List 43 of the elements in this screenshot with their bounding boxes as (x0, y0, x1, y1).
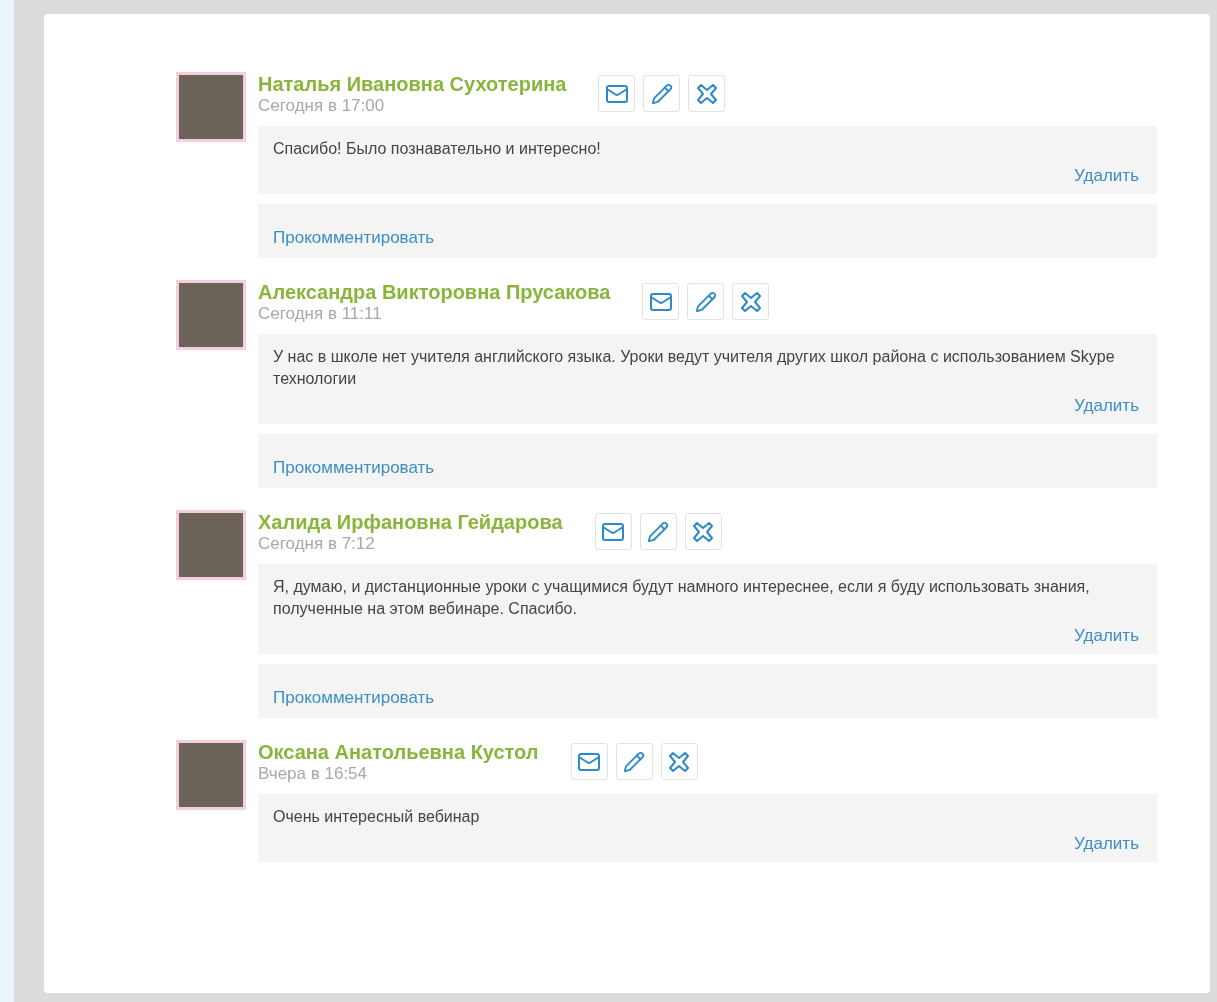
edit-button[interactable] (643, 75, 681, 112)
cross-icon (738, 289, 763, 314)
cross-icon (694, 81, 719, 106)
message-button[interactable] (570, 743, 608, 780)
comment-link[interactable]: Прокомментировать (273, 688, 435, 708)
pencil-icon (694, 290, 717, 313)
author-name: Александра Викторовна Прусакова (258, 280, 611, 304)
comment-link[interactable]: Прокомментировать (273, 458, 435, 478)
delete-link[interactable]: Удалить (1074, 396, 1139, 416)
cross-icon (691, 519, 716, 544)
post-time: Вчера в 16:54 (258, 764, 368, 784)
message-button[interactable] (642, 283, 680, 320)
post-time: Сегодня в 7:12 (258, 534, 376, 554)
edit-button[interactable] (615, 743, 653, 780)
remove-button[interactable] (688, 75, 726, 112)
cross-icon (667, 749, 692, 774)
message-button[interactable] (594, 513, 632, 550)
pencil-icon (650, 82, 673, 105)
message-text: Я, думаю, и дистанционные уроки с учащимися будут намного интереснее, если я буду использовать знания, полученные на этом вебинаре. Спасибо. (273, 577, 1091, 619)
remove-button[interactable] (732, 283, 770, 320)
edit-button[interactable] (687, 283, 725, 320)
message-text: Очень интересный вебинар (273, 807, 481, 827)
remove-button[interactable] (684, 513, 722, 550)
post-time: Сегодня в 17:00 (258, 96, 386, 116)
remove-button[interactable] (660, 743, 698, 780)
avatar-photo-placeholder (176, 510, 246, 580)
comment-link[interactable]: Прокомментировать (273, 228, 435, 248)
delete-link[interactable]: Удалить (1074, 626, 1139, 646)
message-button[interactable] (598, 75, 636, 112)
pencil-icon (647, 520, 670, 543)
avatar-photo-placeholder (176, 740, 246, 810)
edit-button[interactable] (639, 513, 677, 550)
avatar-photo-placeholder (176, 280, 246, 350)
post-time: Сегодня в 11:11 (258, 304, 383, 324)
delete-link[interactable]: Удалить (1074, 166, 1139, 186)
author-name: Наталья Ивановна Сухотерина (258, 72, 567, 96)
pencil-icon (623, 750, 646, 773)
message-text: У нас в школе нет учителя английского языка. Уроки ведут учителя других школ района с использованием Skype технологии (273, 347, 1116, 389)
author-name: Оксана Анатольевна Кустол (258, 740, 539, 764)
delete-link[interactable]: Удалить (1074, 834, 1139, 854)
avatar-photo-placeholder (176, 72, 246, 142)
message-text: Спасибо! Было познавательно и интересно! (273, 139, 602, 159)
author-name: Халида Ирфановна Гейдарова (258, 510, 563, 534)
